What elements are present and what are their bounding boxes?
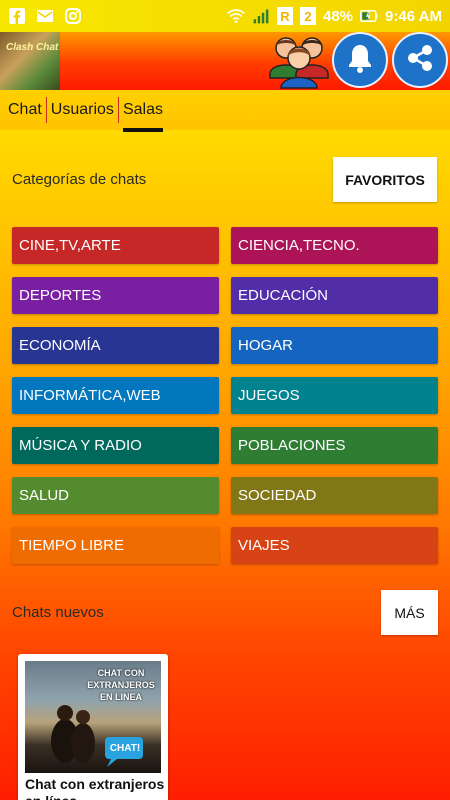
category-hogar[interactable]: HOGAR	[231, 327, 438, 364]
tab-usuarios[interactable]: Usuarios	[47, 98, 118, 122]
category-informatica-web[interactable]: INFORMÁTICA,WEB	[12, 377, 219, 414]
app-logo[interactable]: Clash Chat	[0, 32, 60, 90]
chat-card[interactable]: CHAT CON EXTRANJEROS EN LINEA CHAT! Chat…	[18, 654, 168, 800]
category-educacion[interactable]: EDUCACIÓN	[231, 277, 438, 314]
clock: 9:46 AM	[385, 7, 442, 25]
chat-card-badge: CHAT!	[109, 743, 141, 754]
category-viajes[interactable]: VIAJES	[231, 527, 438, 564]
tab-bar: Chat Usuarios Salas	[0, 90, 450, 132]
categories-title: Categorías de chats	[12, 171, 147, 188]
category-tiempo-libre[interactable]: TIEMPO LIBRE	[12, 527, 219, 564]
chat-card-title: Chat con extranjeros en línea	[25, 776, 165, 800]
category-poblaciones[interactable]: POBLACIONES	[231, 427, 438, 464]
bell-icon	[345, 42, 375, 79]
tab-salas[interactable]: Salas	[119, 98, 167, 132]
category-musica-radio[interactable]: MÚSICA Y RADIO	[12, 427, 219, 464]
users-group-icon[interactable]	[268, 32, 330, 90]
share-button[interactable]	[392, 32, 448, 88]
sim2-badge: 2	[300, 7, 316, 25]
wifi-icon	[227, 7, 245, 25]
category-cine-tv-arte[interactable]: CINE,TV,ARTE	[12, 227, 219, 264]
battery-charging-icon	[360, 7, 378, 25]
category-sociedad[interactable]: SOCIEDAD	[231, 477, 438, 514]
facebook-icon	[8, 7, 26, 25]
instagram-icon	[64, 7, 82, 25]
favorites-button[interactable]: FAVORITOS	[333, 157, 437, 202]
battery-percent: 48%	[323, 7, 354, 25]
logo-text: Clash Chat	[6, 42, 59, 53]
status-bar: R 2 48% 9:46 AM	[0, 0, 450, 32]
share-icon	[405, 43, 435, 78]
top-bar: Clash Chat	[0, 32, 450, 90]
notifications-button[interactable]	[332, 32, 388, 88]
signal-icon	[252, 7, 270, 25]
category-juegos[interactable]: JUEGOS	[231, 377, 438, 414]
category-economia[interactable]: ECONOMÍA	[12, 327, 219, 364]
mail-icon	[36, 7, 54, 25]
new-chats-title: Chats nuevos	[12, 604, 104, 621]
more-button[interactable]: MÁS	[381, 590, 438, 635]
category-salud[interactable]: SALUD	[12, 477, 219, 514]
chat-card-image: CHAT CON EXTRANJEROS EN LINEA CHAT!	[25, 661, 161, 773]
category-ciencia-tecno[interactable]: CIENCIA,TECNO.	[231, 227, 438, 264]
category-deportes[interactable]: DEPORTES	[12, 277, 219, 314]
sim1-badge: R	[277, 7, 293, 25]
chat-card-image-text: CHAT CON EXTRANJEROS EN LINEA	[87, 668, 155, 702]
tab-chat[interactable]: Chat	[4, 98, 46, 122]
